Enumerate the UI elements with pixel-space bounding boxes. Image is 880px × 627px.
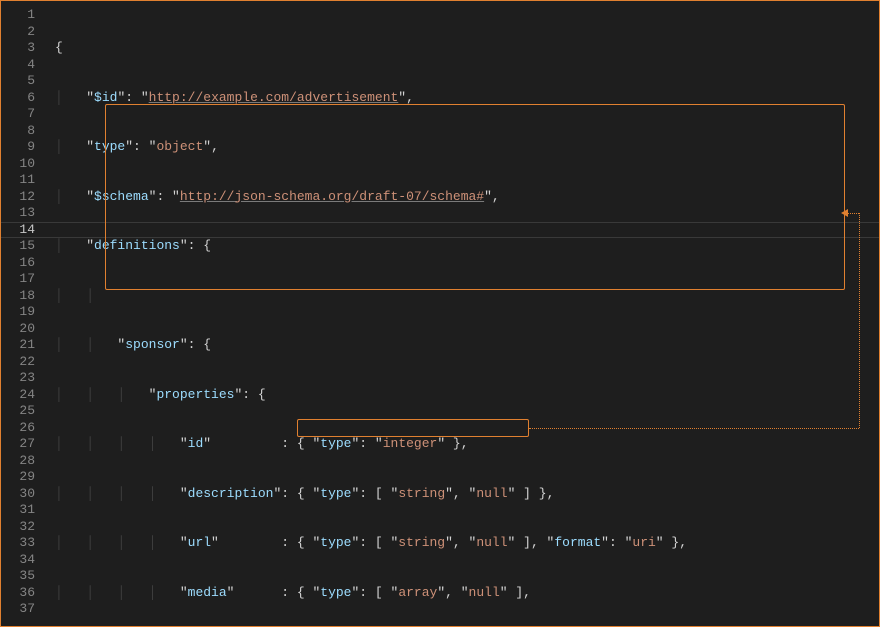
line-number: 28 <box>1 453 49 470</box>
annotation-arrow-h1 <box>529 428 859 429</box>
line-number: 20 <box>1 321 49 338</box>
line-number: 14 <box>1 222 49 239</box>
line-number: 32 <box>1 519 49 536</box>
code-line[interactable]: │ │ "sponsor": { <box>55 337 871 354</box>
line-number: 21 <box>1 337 49 354</box>
line-number: 4 <box>1 57 49 74</box>
code-line[interactable]: │ "$schema": "http://json-schema.org/dra… <box>55 189 871 206</box>
code-line[interactable]: { <box>55 40 871 57</box>
line-number: 5 <box>1 73 49 90</box>
line-number: 19 <box>1 304 49 321</box>
line-number: 35 <box>1 568 49 585</box>
line-number: 2 <box>1 24 49 41</box>
editor-frame: 1 2 3 4 5 6 7 8 9 10 11 12 13 14 15 16 1… <box>0 0 880 627</box>
annotation-arrowhead-icon <box>841 209 848 217</box>
line-number: 23 <box>1 370 49 387</box>
code-line[interactable]: │ │ │ │ "media" : { "type": [ "array", "… <box>55 585 871 602</box>
line-number: 8 <box>1 123 49 140</box>
line-number: 17 <box>1 271 49 288</box>
line-number: 9 <box>1 139 49 156</box>
line-number: 24 <box>1 387 49 404</box>
line-number: 3 <box>1 40 49 57</box>
code-line[interactable]: │ "type": "object", <box>55 139 871 156</box>
code-line[interactable]: │ │ │ "properties": { <box>55 387 871 404</box>
line-number: 12 <box>1 189 49 206</box>
line-number: 10 <box>1 156 49 173</box>
line-number: 11 <box>1 172 49 189</box>
code-line[interactable]: │ "$id": "http://example.com/advertiseme… <box>55 90 871 107</box>
line-number: 36 <box>1 585 49 602</box>
line-number: 6 <box>1 90 49 107</box>
annotation-arrow-h2 <box>847 213 859 214</box>
line-number: 15 <box>1 238 49 255</box>
line-number: 30 <box>1 486 49 503</box>
line-number: 29 <box>1 469 49 486</box>
line-number: 18 <box>1 288 49 305</box>
code-line[interactable]: │ │ <box>55 288 871 305</box>
line-number: 1 <box>1 7 49 24</box>
code-line[interactable]: │ │ │ │ "description": { "type": [ "stri… <box>55 486 871 503</box>
annotation-arrow-v <box>859 213 860 428</box>
line-number: 37 <box>1 601 49 618</box>
line-number: 27 <box>1 436 49 453</box>
line-number: 16 <box>1 255 49 272</box>
line-number: 13 <box>1 205 49 222</box>
code-line[interactable]: │ │ │ │ "id" : { "type": "integer" }, <box>55 436 871 453</box>
line-number: 7 <box>1 106 49 123</box>
line-number: 34 <box>1 552 49 569</box>
line-number: 26 <box>1 420 49 437</box>
line-number-gutter: 1 2 3 4 5 6 7 8 9 10 11 12 13 14 15 16 1… <box>1 7 49 618</box>
code-line[interactable]: │ "definitions": { <box>55 238 871 255</box>
line-number: 22 <box>1 354 49 371</box>
line-number: 25 <box>1 403 49 420</box>
line-number: 33 <box>1 535 49 552</box>
code-area[interactable]: { │ "$id": "http://example.com/advertise… <box>55 7 871 627</box>
line-number: 31 <box>1 502 49 519</box>
code-line[interactable]: │ │ │ │ "url" : { "type": [ "string", "n… <box>55 535 871 552</box>
